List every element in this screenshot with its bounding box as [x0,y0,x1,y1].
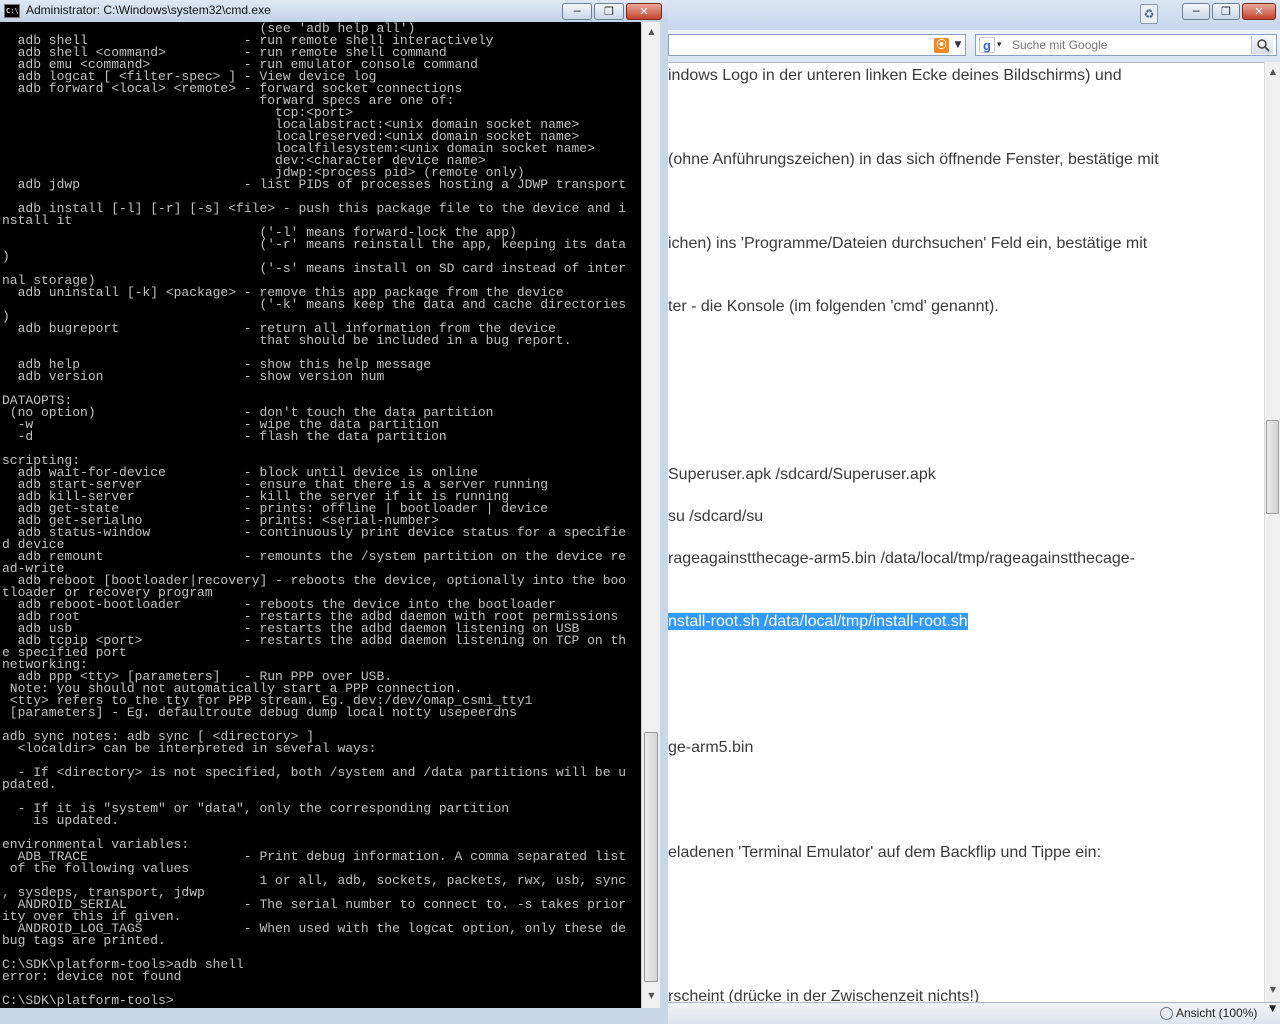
content-line: ge-arm5.bin [668,739,754,756]
zoom-icon [1160,1007,1173,1021]
console-output: (see 'adb help all') adb shell - run rem… [2,22,627,1008]
recycle-icon[interactable]: ♻ [1140,4,1158,24]
cmd-window-frame [0,1008,668,1024]
browser-minimize-button[interactable]: ─ [1182,3,1210,20]
browser-close-button[interactable]: ✕ [1242,3,1276,20]
address-dropdown-icon[interactable]: ▼ [952,38,964,53]
scroll-down-arrow-icon[interactable]: ▼ [646,990,657,1002]
search-input[interactable] [1012,37,1244,53]
scrollbar-thumb[interactable] [1266,420,1279,514]
scroll-down-arrow-icon[interactable]: ▼ [1267,984,1279,996]
zoom-dropdown-icon[interactable]: ▼ [1269,1004,1276,1014]
page-scrollbar[interactable]: ▲ ▼ [1264,62,1280,1002]
console-area[interactable]: (see 'adb help all') adb shell - run rem… [0,22,641,1008]
cmd-maximize-button[interactable]: ❐ [594,3,624,20]
content-line: rageagainstthecage-arm5.bin /data/local/… [668,550,1135,567]
content-line: indows Logo in der unteren linken Ecke d… [668,67,1122,84]
scrollbar-thumb[interactable] [644,732,658,982]
address-bar[interactable] [668,34,966,56]
rss-icon[interactable]: ⦿ [934,38,949,53]
console-scrollbar[interactable]: ▲ ▼ [641,22,660,1008]
zoom-control[interactable]: Ansicht (100%) ▼ [1160,1004,1278,1022]
content-line: rscheint (drücke in der Zwischenzeit nic… [668,988,980,1002]
cmd-title-bar[interactable]: C:\ Administrator: C:\Windows\system32\c… [0,0,668,22]
cmd-window-title: Administrator: C:\Windows\system32\cmd.e… [26,3,271,17]
cmd-minimize-button[interactable]: ─ [562,3,592,20]
content-line: eladenen 'Terminal Emulator' auf dem Bac… [668,844,1102,861]
search-button[interactable] [1251,36,1273,54]
scroll-up-arrow-icon[interactable]: ▲ [1267,66,1279,78]
search-provider-dropdown-icon[interactable]: ▾ [997,38,1007,53]
content-line: Superuser.apk /sdcard/Superuser.apk [668,466,936,483]
content-line: ichen) ins 'Programme/Dateien durchsuche… [668,235,1148,252]
browser-maximize-button[interactable]: ❐ [1212,3,1240,20]
content-line-selected: nstall-root.sh /data/local/tmp/install-r… [668,613,968,631]
scroll-up-arrow-icon[interactable]: ▲ [646,26,657,38]
content-line: ter - die Konsole (im folgenden 'cmd' ge… [668,298,999,315]
cmd-window: C:\ Administrator: C:\Windows\system32\c… [0,0,668,1024]
selected-text[interactable]: nstall-root.sh /data/local/tmp/install-r… [668,613,968,630]
zoom-label: Ansicht (100%) [1176,1006,1258,1020]
search-icon [1257,39,1270,52]
cmd-close-button[interactable]: ✕ [626,3,662,20]
google-icon[interactable]: g [979,37,995,53]
content-line: su /sdcard/su [668,508,764,525]
content-line: (ohne Anführungszeichen) in das sich öff… [668,151,1159,168]
cmd-app-icon[interactable]: C:\ [4,4,20,18]
page-content: indows Logo in der unteren linken Ecke d… [668,62,1264,1002]
